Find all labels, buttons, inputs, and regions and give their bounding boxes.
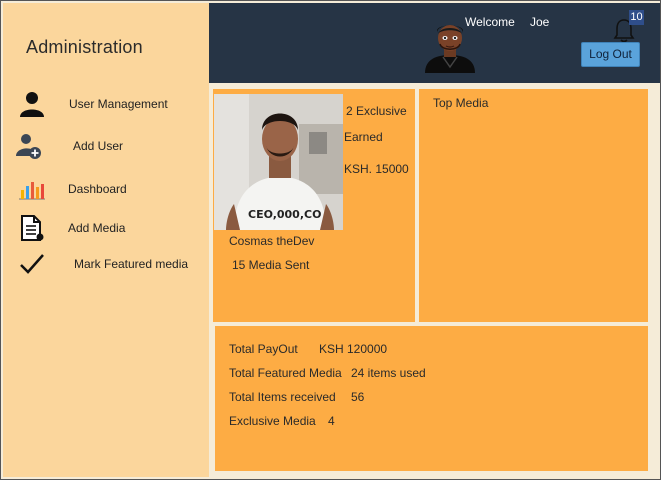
sidebar: Administration User Management Add User xyxy=(3,3,209,477)
notification-badge: 10 xyxy=(629,10,644,25)
sidebar-title: Administration xyxy=(26,37,143,57)
profile-name: Cosmas theDev xyxy=(229,234,315,248)
media-sent-count: 15 Media Sent xyxy=(232,258,310,272)
sidebar-item-mark-featured-media[interactable]: Mark Featured media xyxy=(3,247,209,281)
sidebar-item-label: Add Media xyxy=(68,221,126,235)
total-featured-value: 24 items used xyxy=(351,366,426,380)
sidebar-item-add-media[interactable]: Add Media xyxy=(3,211,209,245)
user-icon xyxy=(20,92,44,117)
username-label: Joe xyxy=(530,15,550,29)
exclusive-media-label: Exclusive Media xyxy=(229,414,316,428)
add-user-icon xyxy=(16,134,41,159)
welcome-label: Welcome xyxy=(465,15,515,29)
sidebar-item-add-user[interactable]: Add User xyxy=(3,129,209,163)
log-out-button[interactable]: Log Out xyxy=(581,42,640,67)
sidebar-item-label: Dashboard xyxy=(68,182,127,196)
total-featured-label: Total Featured Media xyxy=(229,366,342,380)
exclusive-count: 2 Exclusive xyxy=(346,104,407,118)
top-media-panel xyxy=(419,89,648,322)
svg-text:CEO,000,CO: CEO,000,CO xyxy=(248,208,321,221)
checkmark-icon xyxy=(20,254,44,274)
sidebar-item-user-management[interactable]: User Management xyxy=(3,87,209,121)
earned-label: Earned xyxy=(344,130,383,144)
total-received-value: 56 xyxy=(351,390,365,404)
sidebar-item-label: User Management xyxy=(69,97,168,111)
sidebar-item-label: Add User xyxy=(73,139,124,153)
bar-chart-icon xyxy=(19,182,45,200)
total-payout-value: KSH 120000 xyxy=(319,342,388,356)
exclusive-media-value: 4 xyxy=(328,414,335,428)
total-received-label: Total Items received xyxy=(229,390,336,404)
total-payout-label: Total PayOut xyxy=(229,342,298,356)
profile-photo: CEO,000,CO xyxy=(214,94,343,230)
app-window: Administration User Management Add User xyxy=(0,0,661,480)
top-media-title: Top Media xyxy=(433,96,489,110)
earned-amount: KSH. 15000 xyxy=(344,162,409,176)
sidebar-item-dashboard[interactable]: Dashboard xyxy=(3,172,209,206)
document-icon xyxy=(21,215,44,241)
sidebar-item-label: Mark Featured media xyxy=(74,257,189,271)
